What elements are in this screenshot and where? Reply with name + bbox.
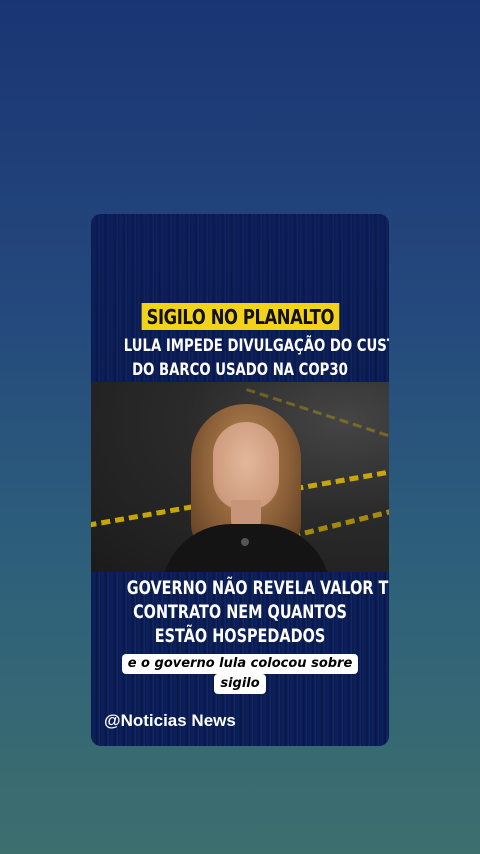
video-post-card[interactable]: SIGILO NO PLANALTO LULA IMPEDE DIVULGAÇÃ…: [91, 214, 389, 746]
presenter-face: [213, 422, 279, 510]
caption-line: ESTÃO HOSPEDADOS: [154, 625, 326, 647]
subtitle: e o governo lula colocou sobre sigilo: [91, 654, 389, 694]
banner-text: SIGILO NO PLANALTO: [141, 303, 339, 330]
headline-line: DO BARCO USADO NA COP30: [132, 360, 348, 380]
caption: GOVERNO NÃO REVELA VALOR TOTAL CONTRATO …: [126, 576, 389, 648]
subtitle-line: sigilo: [214, 674, 266, 694]
caption-line: GOVERNO NÃO REVELA VALOR TOTAL: [126, 577, 389, 599]
subtitle-line: e o governo lula colocou sobre: [121, 654, 359, 674]
banner: SIGILO NO PLANALTO: [91, 303, 389, 330]
presenter-shoulders: [161, 524, 331, 572]
headline: LULA IMPEDE DIVULGAÇÃO DO CUSTO DO BARCO…: [123, 334, 389, 382]
lapel-mic: [241, 538, 249, 546]
video-frame[interactable]: [91, 382, 389, 572]
caption-line: CONTRATO NEM QUANTOS: [133, 601, 347, 623]
channel-handle[interactable]: @Noticias News: [104, 711, 236, 731]
presenter-image: [161, 404, 331, 572]
headline-line: LULA IMPEDE DIVULGAÇÃO DO CUSTO: [123, 336, 389, 356]
